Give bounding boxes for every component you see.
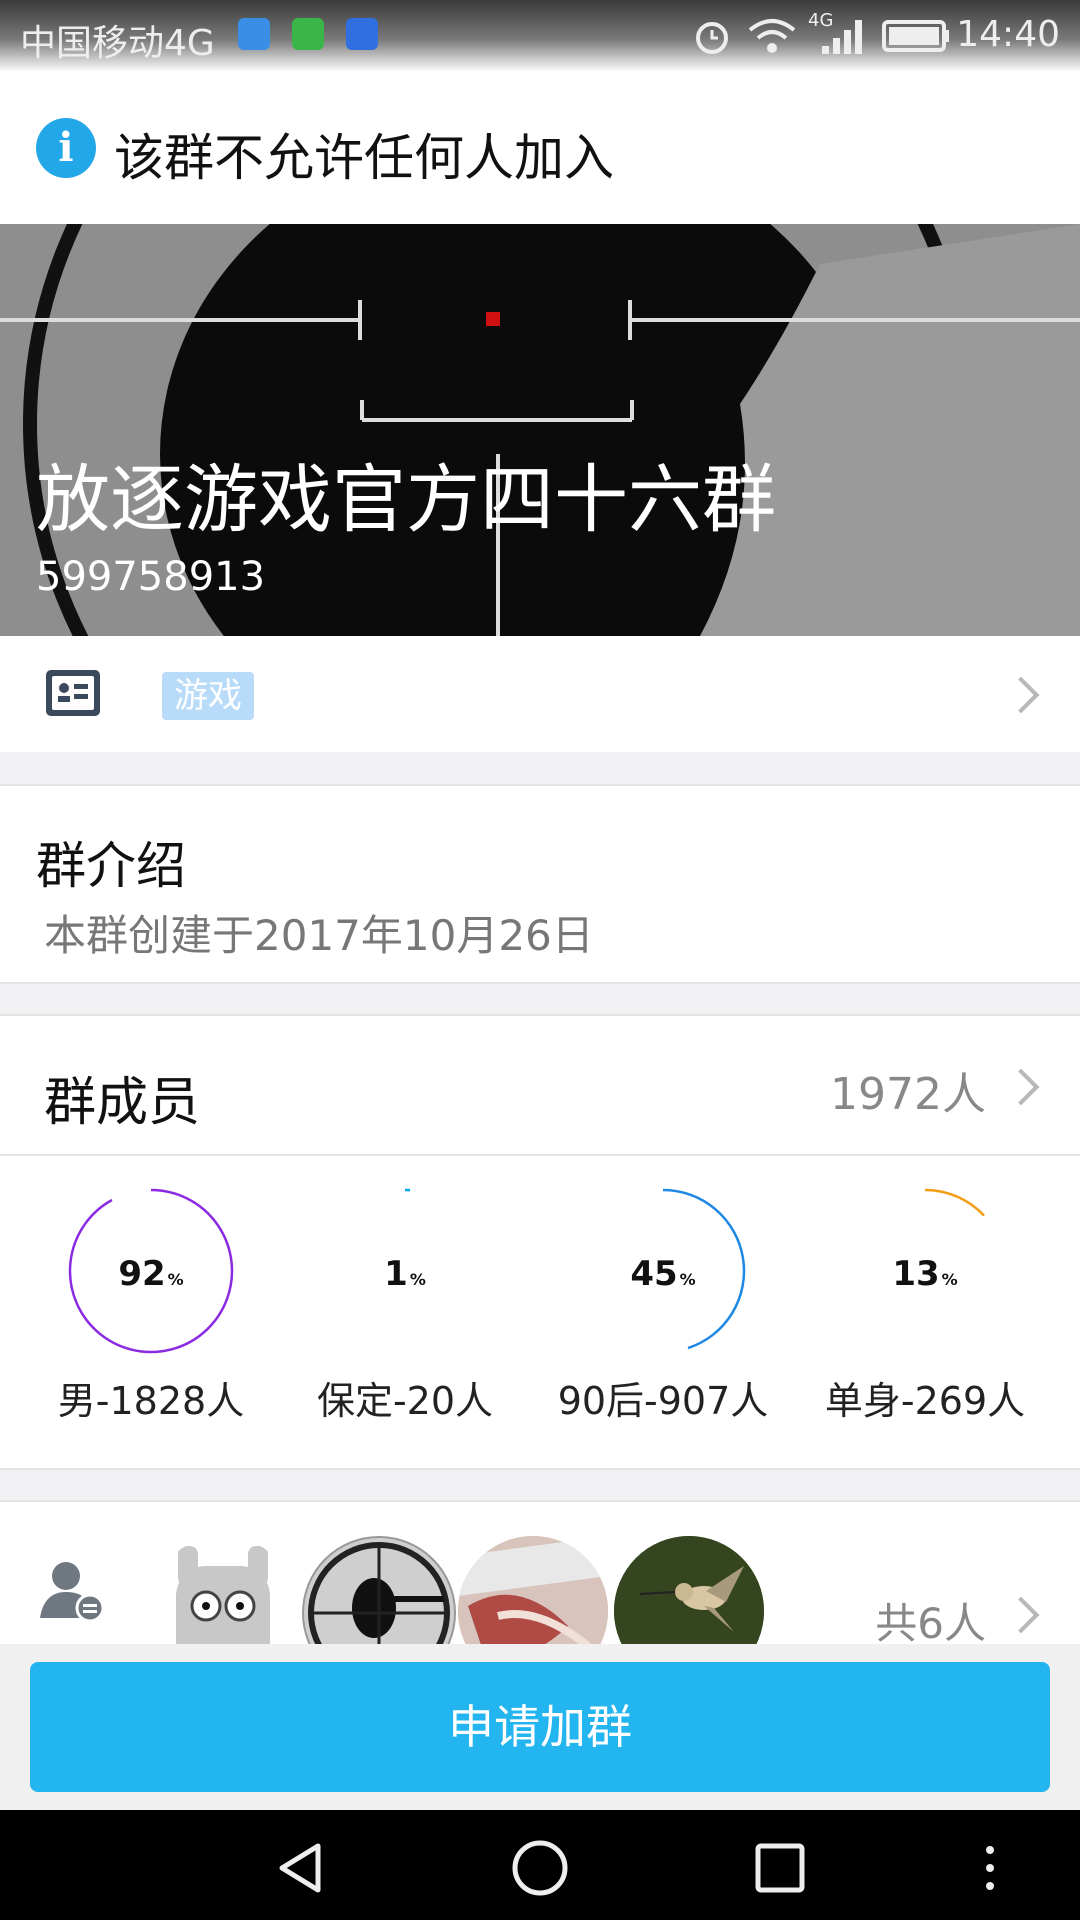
- avatar[interactable]: [302, 1536, 456, 1644]
- stat-label: 保定-20人: [316, 1379, 494, 1423]
- category-tag: 游戏: [162, 672, 254, 720]
- sniper-avatar-image: [308, 1542, 450, 1644]
- stat-label: 单身-269人: [824, 1379, 1026, 1423]
- stat-label: 90后-907人: [557, 1379, 769, 1423]
- robot-avatar-image: [176, 1546, 270, 1644]
- stat-location: 1% 保定-20人: [270, 1156, 540, 1468]
- info-icon: i: [36, 118, 96, 178]
- section-divider: [0, 984, 1080, 1016]
- gallery-app-icon: [238, 18, 270, 50]
- signal-icon: [822, 20, 862, 54]
- stat-percent: 92%: [118, 1254, 184, 1294]
- notice-text: 该群不允许任何人加入: [114, 129, 614, 187]
- members-title: 群成员: [44, 1073, 201, 1133]
- section-divider: [0, 1470, 1080, 1502]
- group-name: 放逐游戏官方四十六群: [36, 457, 776, 543]
- stat-percent: 45%: [630, 1254, 696, 1294]
- chevron-right-icon: [1002, 1068, 1040, 1106]
- photo-avatar-image: [458, 1536, 608, 1644]
- join-restriction-notice: i 该群不允许任何人加入: [0, 72, 1080, 224]
- admins-row[interactable]: 共6人: [0, 1502, 1080, 1644]
- chevron-right-icon: [1002, 1596, 1040, 1634]
- admins-total: 共6人: [875, 1599, 986, 1644]
- carrier-label: 中国移动4G: [20, 23, 215, 64]
- stat-age: 45% 90后-907人: [528, 1156, 798, 1468]
- hummingbird-avatar-image: [614, 1536, 764, 1644]
- group-intro-section: 群介绍 本群创建于2017年10月26日: [0, 786, 1080, 984]
- admin-icon: [40, 1562, 105, 1623]
- home-icon[interactable]: [510, 1838, 570, 1898]
- stat-gender: 92% 男-1828人: [16, 1156, 286, 1468]
- baidu-app-icon: [346, 18, 378, 50]
- more-options-icon[interactable]: [980, 1840, 1000, 1896]
- alarm-icon: [696, 22, 728, 54]
- group-banner: 放逐游戏官方四十六群 599758913: [0, 224, 1080, 636]
- group-category-row[interactable]: 游戏: [0, 636, 1080, 754]
- status-bar: 中国移动4G 4G 14:40: [0, 0, 1080, 72]
- stat-percent: 13%: [892, 1254, 958, 1294]
- bottom-action-bar: 申请加群: [0, 1644, 1080, 1810]
- section-divider: [0, 752, 1080, 786]
- members-count: 1972人: [830, 1069, 986, 1120]
- avatar[interactable]: [458, 1536, 608, 1644]
- battery-icon: [882, 20, 949, 52]
- join-group-button[interactable]: 申请加群: [30, 1662, 1050, 1792]
- member-stats: 92% 男-1828人 1% 保定-20人 45% 90后-907人 13% 单…: [0, 1156, 1080, 1470]
- stat-percent: 1%: [384, 1254, 426, 1294]
- id-card-icon: [46, 670, 100, 716]
- members-row[interactable]: 群成员 1972人: [0, 1016, 1080, 1156]
- avatar[interactable]: [148, 1536, 298, 1644]
- group-id: 599758913: [36, 554, 266, 600]
- video-app-icon: [292, 18, 324, 50]
- clock-label: 14:40: [956, 14, 1060, 55]
- chevron-right-icon: [1002, 676, 1040, 714]
- stat-label: 男-1828人: [57, 1379, 245, 1423]
- system-nav-bar: [0, 1810, 1080, 1920]
- avatar[interactable]: [614, 1536, 764, 1644]
- intro-description: 本群创建于2017年10月26日: [44, 911, 594, 960]
- intro-title: 群介绍: [36, 837, 186, 895]
- recents-icon[interactable]: [752, 1840, 808, 1896]
- wifi-icon: [748, 19, 796, 53]
- stat-single: 13% 单身-269人: [790, 1156, 1060, 1468]
- back-icon[interactable]: [272, 1840, 328, 1896]
